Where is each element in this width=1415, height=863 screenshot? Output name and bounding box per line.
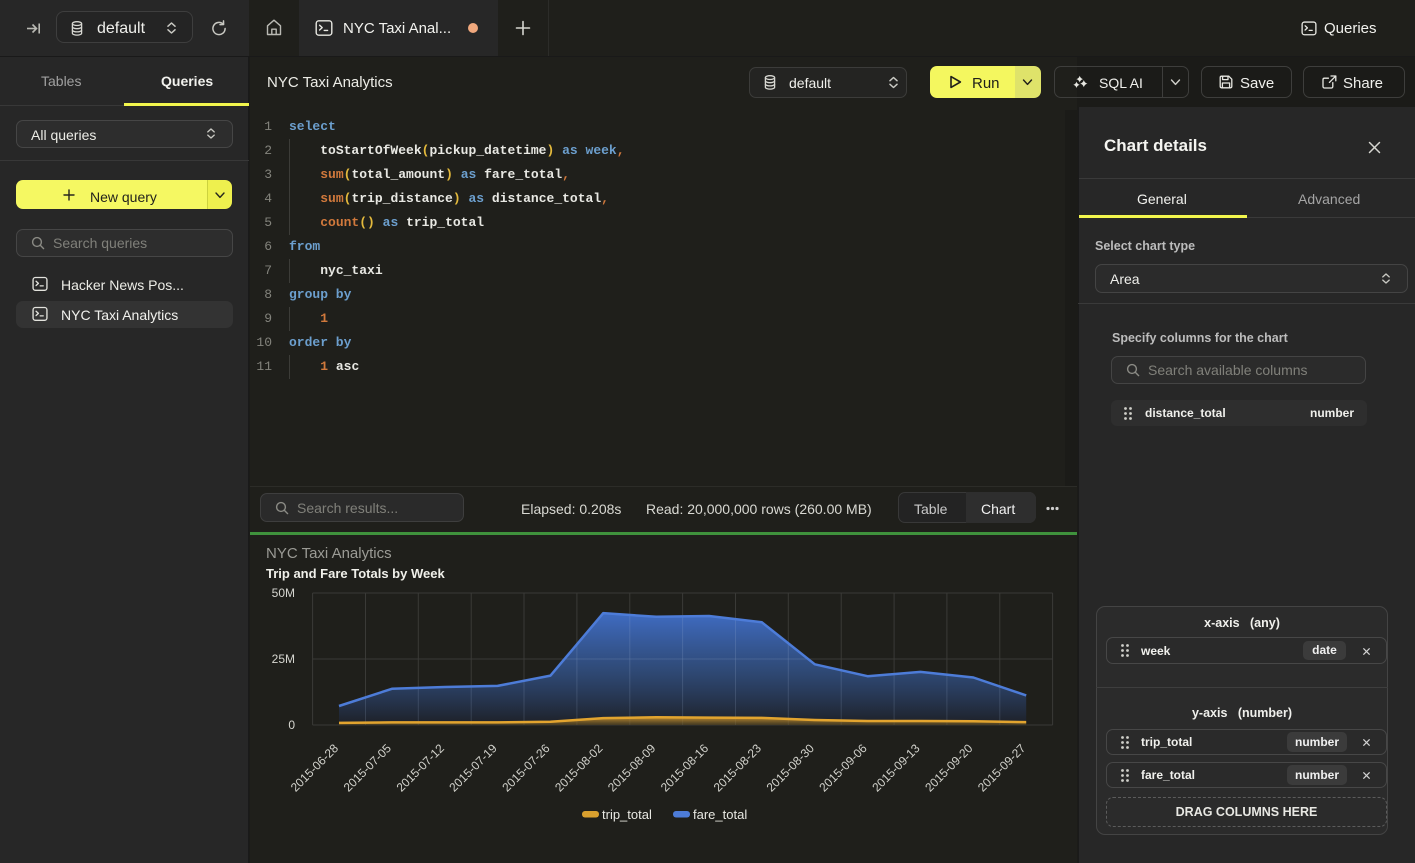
svg-text:trip_total: trip_total [602, 807, 652, 822]
svg-text:2015-09-20: 2015-09-20 [922, 741, 976, 795]
svg-text:2015-09-13: 2015-09-13 [869, 741, 923, 795]
svg-text:2015-08-02: 2015-08-02 [552, 741, 606, 795]
svg-text:25M: 25M [272, 652, 295, 666]
svg-text:2015-06-28: 2015-06-28 [288, 741, 342, 795]
svg-text:2015-08-16: 2015-08-16 [658, 741, 712, 795]
svg-text:2015-09-27: 2015-09-27 [975, 741, 1029, 795]
svg-text:2015-07-12: 2015-07-12 [394, 741, 448, 795]
svg-text:2015-09-06: 2015-09-06 [816, 741, 870, 795]
svg-text:2015-07-05: 2015-07-05 [341, 741, 395, 795]
svg-text:0: 0 [288, 718, 295, 732]
svg-text:2015-08-23: 2015-08-23 [711, 741, 765, 795]
svg-text:2015-08-09: 2015-08-09 [605, 741, 659, 795]
svg-text:fare_total: fare_total [693, 807, 747, 822]
svg-text:2015-07-26: 2015-07-26 [499, 741, 553, 795]
svg-text:50M: 50M [272, 586, 295, 600]
svg-text:2015-07-19: 2015-07-19 [446, 741, 500, 795]
svg-text:2015-08-30: 2015-08-30 [764, 741, 818, 795]
